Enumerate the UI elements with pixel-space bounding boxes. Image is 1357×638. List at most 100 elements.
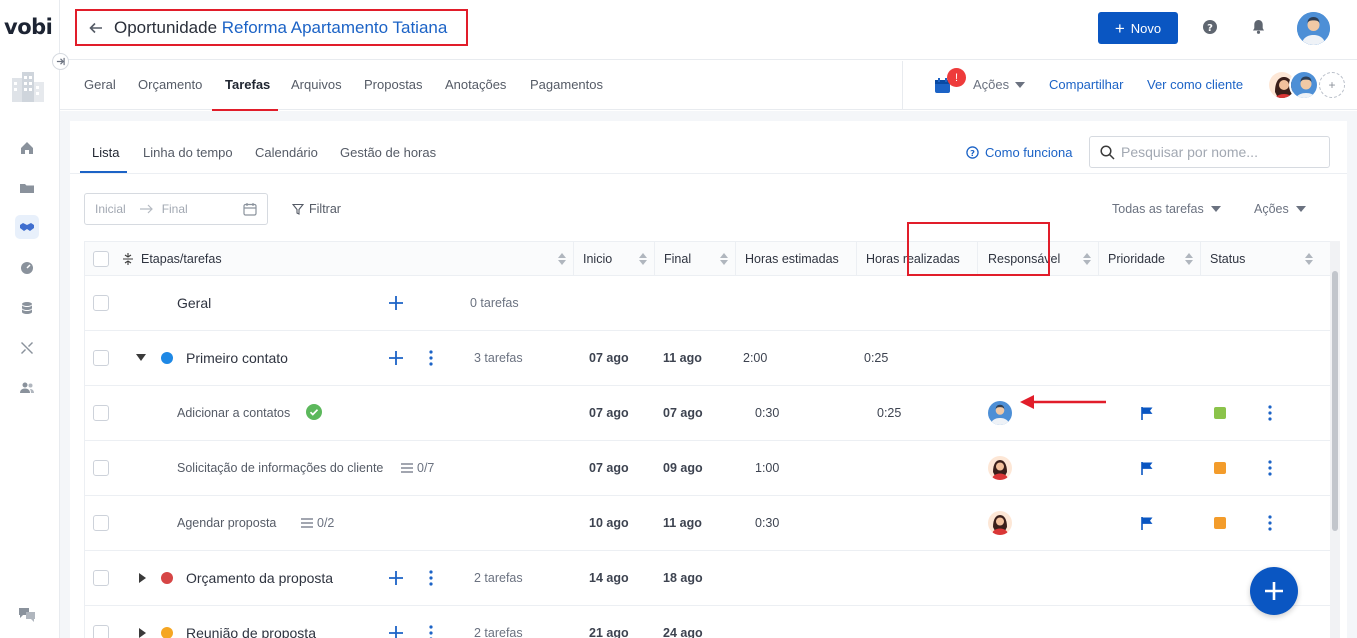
sort-icon[interactable] [1185, 253, 1193, 265]
table-actions-dropdown[interactable]: Ações [1254, 202, 1306, 216]
tab-orcamento[interactable]: Orçamento [138, 77, 202, 92]
chat-icon[interactable] [15, 602, 39, 626]
app-logo[interactable]: vobi [4, 15, 53, 39]
task-name[interactable]: Adicionar a contatos [177, 406, 290, 420]
stage-name[interactable]: Geral [177, 295, 211, 311]
more-options-icon[interactable] [424, 625, 438, 638]
row-checkbox[interactable] [93, 515, 109, 531]
sort-icon[interactable] [558, 253, 566, 265]
row-checkbox[interactable] [93, 625, 109, 638]
search-input[interactable] [1121, 144, 1321, 160]
more-options-icon[interactable] [424, 350, 438, 366]
add-task-icon[interactable] [388, 350, 404, 366]
tab-geral[interactable]: Geral [84, 77, 116, 92]
task-row-agendar-proposta[interactable]: Agendar proposta 0/2 10 ago 11 ago 0:30 [85, 496, 1330, 551]
user-avatar[interactable] [1297, 12, 1330, 45]
task-name[interactable]: Solicitação de informações do cliente [177, 461, 383, 475]
search-box[interactable] [1089, 136, 1330, 168]
company-logo[interactable] [8, 68, 48, 106]
start-date-placeholder[interactable]: Inicial [95, 202, 126, 216]
tab-anotacoes[interactable]: Anotações [445, 77, 506, 92]
col-prioridade[interactable]: Prioridade [1099, 242, 1201, 276]
task-name[interactable]: Agendar proposta [177, 516, 276, 530]
select-all-checkbox[interactable] [93, 251, 109, 267]
subtab-linha-do-tempo[interactable]: Linha do tempo [143, 145, 233, 160]
task-row-solicitacao[interactable]: Solicitação de informações do cliente 0/… [85, 441, 1330, 496]
status-indicator[interactable] [1214, 407, 1226, 419]
help-icon[interactable]: ? [1201, 18, 1219, 36]
handshake-icon[interactable] [15, 215, 39, 239]
stage-name[interactable]: Primeiro contato [186, 350, 288, 366]
view-as-client-link[interactable]: Ver como cliente [1147, 77, 1243, 92]
subtab-lista[interactable]: Lista [92, 145, 119, 160]
share-link[interactable]: Compartilhar [1049, 77, 1123, 92]
caret-down-icon[interactable] [135, 352, 147, 364]
col-etapas-tarefas[interactable]: Etapas/tarefas [85, 242, 574, 276]
tools-icon[interactable] [15, 336, 39, 360]
more-options-icon[interactable] [1263, 405, 1277, 421]
tab-arquivos[interactable]: Arquivos [291, 77, 342, 92]
add-task-icon[interactable] [388, 295, 404, 311]
new-button[interactable]: + Novo [1098, 12, 1178, 44]
expand-collapse-icon[interactable] [123, 253, 133, 265]
users-icon[interactable] [15, 376, 39, 400]
task-row-adicionar-a-contatos[interactable]: Adicionar a contatos 07 ago 07 ago 0:30 … [85, 386, 1330, 441]
priority-flag-icon[interactable] [1140, 461, 1154, 475]
how-it-works-link[interactable]: ? Como funciona [966, 145, 1072, 160]
assignee-avatar-woman[interactable] [988, 511, 1012, 535]
row-checkbox[interactable] [93, 350, 109, 366]
stage-row-orcamento-da-proposta[interactable]: Orçamento da proposta 2 tarefas 14 ago 1… [85, 551, 1330, 606]
more-options-icon[interactable] [1263, 515, 1277, 531]
scrollbar-thumb[interactable] [1332, 271, 1338, 531]
tab-propostas[interactable]: Propostas [364, 77, 423, 92]
sort-icon[interactable] [639, 253, 647, 265]
priority-flag-icon[interactable] [1140, 516, 1154, 530]
table-scrollbar[interactable] [1330, 241, 1340, 638]
coins-icon[interactable] [15, 296, 39, 320]
back-arrow-icon[interactable] [88, 20, 104, 36]
bell-icon[interactable] [1249, 18, 1267, 36]
end-date-placeholder[interactable]: Final [162, 202, 188, 216]
all-tasks-dropdown[interactable]: Todas as tarefas [1112, 202, 1221, 216]
subtab-gestao-de-horas[interactable]: Gestão de horas [340, 145, 436, 160]
sort-icon[interactable] [720, 253, 728, 265]
stage-row-reuniao-de-proposta[interactable]: Reunião de proposta 2 tarefas 21 ago 24 … [85, 606, 1330, 638]
row-checkbox[interactable] [93, 405, 109, 421]
home-icon[interactable] [15, 136, 39, 160]
status-indicator[interactable] [1214, 517, 1226, 529]
stage-name[interactable]: Orçamento da proposta [186, 570, 333, 586]
col-status[interactable]: Status [1201, 242, 1330, 276]
subtab-calendario[interactable]: Calendário [255, 145, 318, 160]
assignee-avatar-woman[interactable] [988, 456, 1012, 480]
stage-row-geral[interactable]: Geral 0 tarefas [85, 276, 1330, 331]
stage-name[interactable]: Reunião de proposta [186, 625, 316, 638]
caret-right-icon[interactable] [137, 627, 149, 638]
acoes-dropdown[interactable]: Ações [973, 77, 1026, 92]
row-checkbox[interactable] [93, 570, 109, 586]
tab-pagamentos[interactable]: Pagamentos [530, 77, 603, 92]
priority-flag-icon[interactable] [1140, 406, 1154, 420]
caret-right-icon[interactable] [137, 572, 149, 584]
col-final[interactable]: Final [655, 242, 736, 276]
add-task-icon[interactable] [388, 625, 404, 638]
status-indicator[interactable] [1214, 462, 1226, 474]
tab-tarefas[interactable]: Tarefas [225, 77, 270, 92]
row-checkbox[interactable] [93, 295, 109, 311]
col-inicio[interactable]: Inicio [574, 242, 655, 276]
add-task-icon[interactable] [388, 570, 404, 586]
stage-row-primeiro-contato[interactable]: Primeiro contato 3 tarefas 07 ago 11 ago… [85, 331, 1330, 386]
col-horas-estimadas[interactable]: Horas estimadas [736, 242, 857, 276]
row-checkbox[interactable] [93, 460, 109, 476]
sort-icon[interactable] [1305, 253, 1313, 265]
date-range-picker[interactable]: Inicial Final [84, 193, 268, 225]
more-options-icon[interactable] [424, 570, 438, 586]
team-avatars[interactable]: + [1267, 70, 1347, 102]
more-options-icon[interactable] [1263, 460, 1277, 476]
team-avatar-man[interactable] [1289, 70, 1319, 100]
assignee-avatar-man[interactable] [988, 401, 1012, 425]
sort-icon[interactable] [1083, 253, 1091, 265]
filter-button[interactable]: Filtrar [292, 202, 341, 216]
title-opportunity-name[interactable]: Reforma Apartamento Tatiana [222, 18, 448, 37]
sidebar-toggle-button[interactable] [52, 53, 69, 70]
floating-add-button[interactable] [1250, 567, 1298, 615]
